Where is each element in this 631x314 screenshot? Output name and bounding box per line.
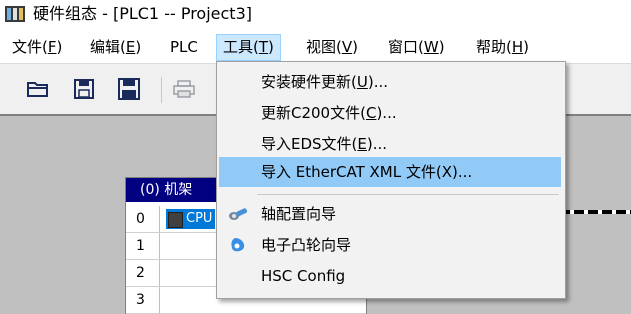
save-button[interactable] [70, 75, 98, 103]
menu-file[interactable]: 文件(F) [6, 34, 68, 61]
menu-window[interactable]: 窗口(W) [382, 34, 451, 61]
cam-wizard-icon [231, 238, 245, 252]
save-all-button[interactable] [115, 75, 143, 103]
print-icon [173, 80, 195, 98]
open-folder-button[interactable] [24, 75, 52, 103]
window-title: 硬件组态 - [PLC1 -- Project3] [33, 4, 252, 23]
grid-app-icon [5, 6, 25, 22]
menu-item-import-ethercat-xml[interactable]: 导入 EtherCAT XML 文件(X)... [219, 157, 561, 187]
tools-dropdown-menu: 安装硬件更新(U)... 更新C200文件(C)... 导入EDS文件(E)..… [216, 61, 566, 299]
bus-line [560, 210, 631, 214]
menu-item-hsc-config[interactable]: HSC Config [219, 261, 561, 291]
open-folder-icon [27, 82, 48, 97]
rack-slot-cpu[interactable]: CPU [166, 209, 216, 229]
cpu-icon [168, 212, 183, 228]
menu-edit[interactable]: 编辑(E) [84, 34, 147, 61]
print-button[interactable] [170, 75, 198, 103]
axis-wizard-icon [229, 208, 248, 220]
rack-row-index: 1 [126, 233, 160, 259]
title-bar: 硬件组态 - [PLC1 -- Project3] [0, 0, 631, 30]
rack-row-index: 0 [126, 206, 160, 232]
menu-help[interactable]: 帮助(H) [470, 34, 535, 61]
menu-item-install-hardware-update[interactable]: 安装硬件更新(U)... [219, 67, 561, 97]
rack-row-index: 2 [126, 260, 160, 286]
menu-item-axis-wizard[interactable]: 轴配置向导 [219, 199, 561, 229]
menu-bar: 文件(F) 编辑(E) PLC 工具(T) 视图(V) 窗口(W) 帮助(H) [0, 34, 631, 61]
menu-tools[interactable]: 工具(T) [216, 34, 281, 61]
menu-view[interactable]: 视图(V) [300, 34, 364, 61]
save-all-icon [118, 78, 140, 100]
menu-item-update-c200-file[interactable]: 更新C200文件(C)... [219, 98, 561, 128]
menu-item-import-eds-file[interactable]: 导入EDS文件(E)... [219, 129, 561, 159]
menu-separator [257, 194, 559, 195]
rack-row-index: 3 [126, 287, 160, 313]
menu-plc[interactable]: PLC [164, 34, 204, 61]
toolbar-separator [161, 77, 162, 103]
save-icon [74, 79, 94, 99]
menu-item-electronic-cam-wizard[interactable]: 电子凸轮向导 [219, 230, 561, 260]
